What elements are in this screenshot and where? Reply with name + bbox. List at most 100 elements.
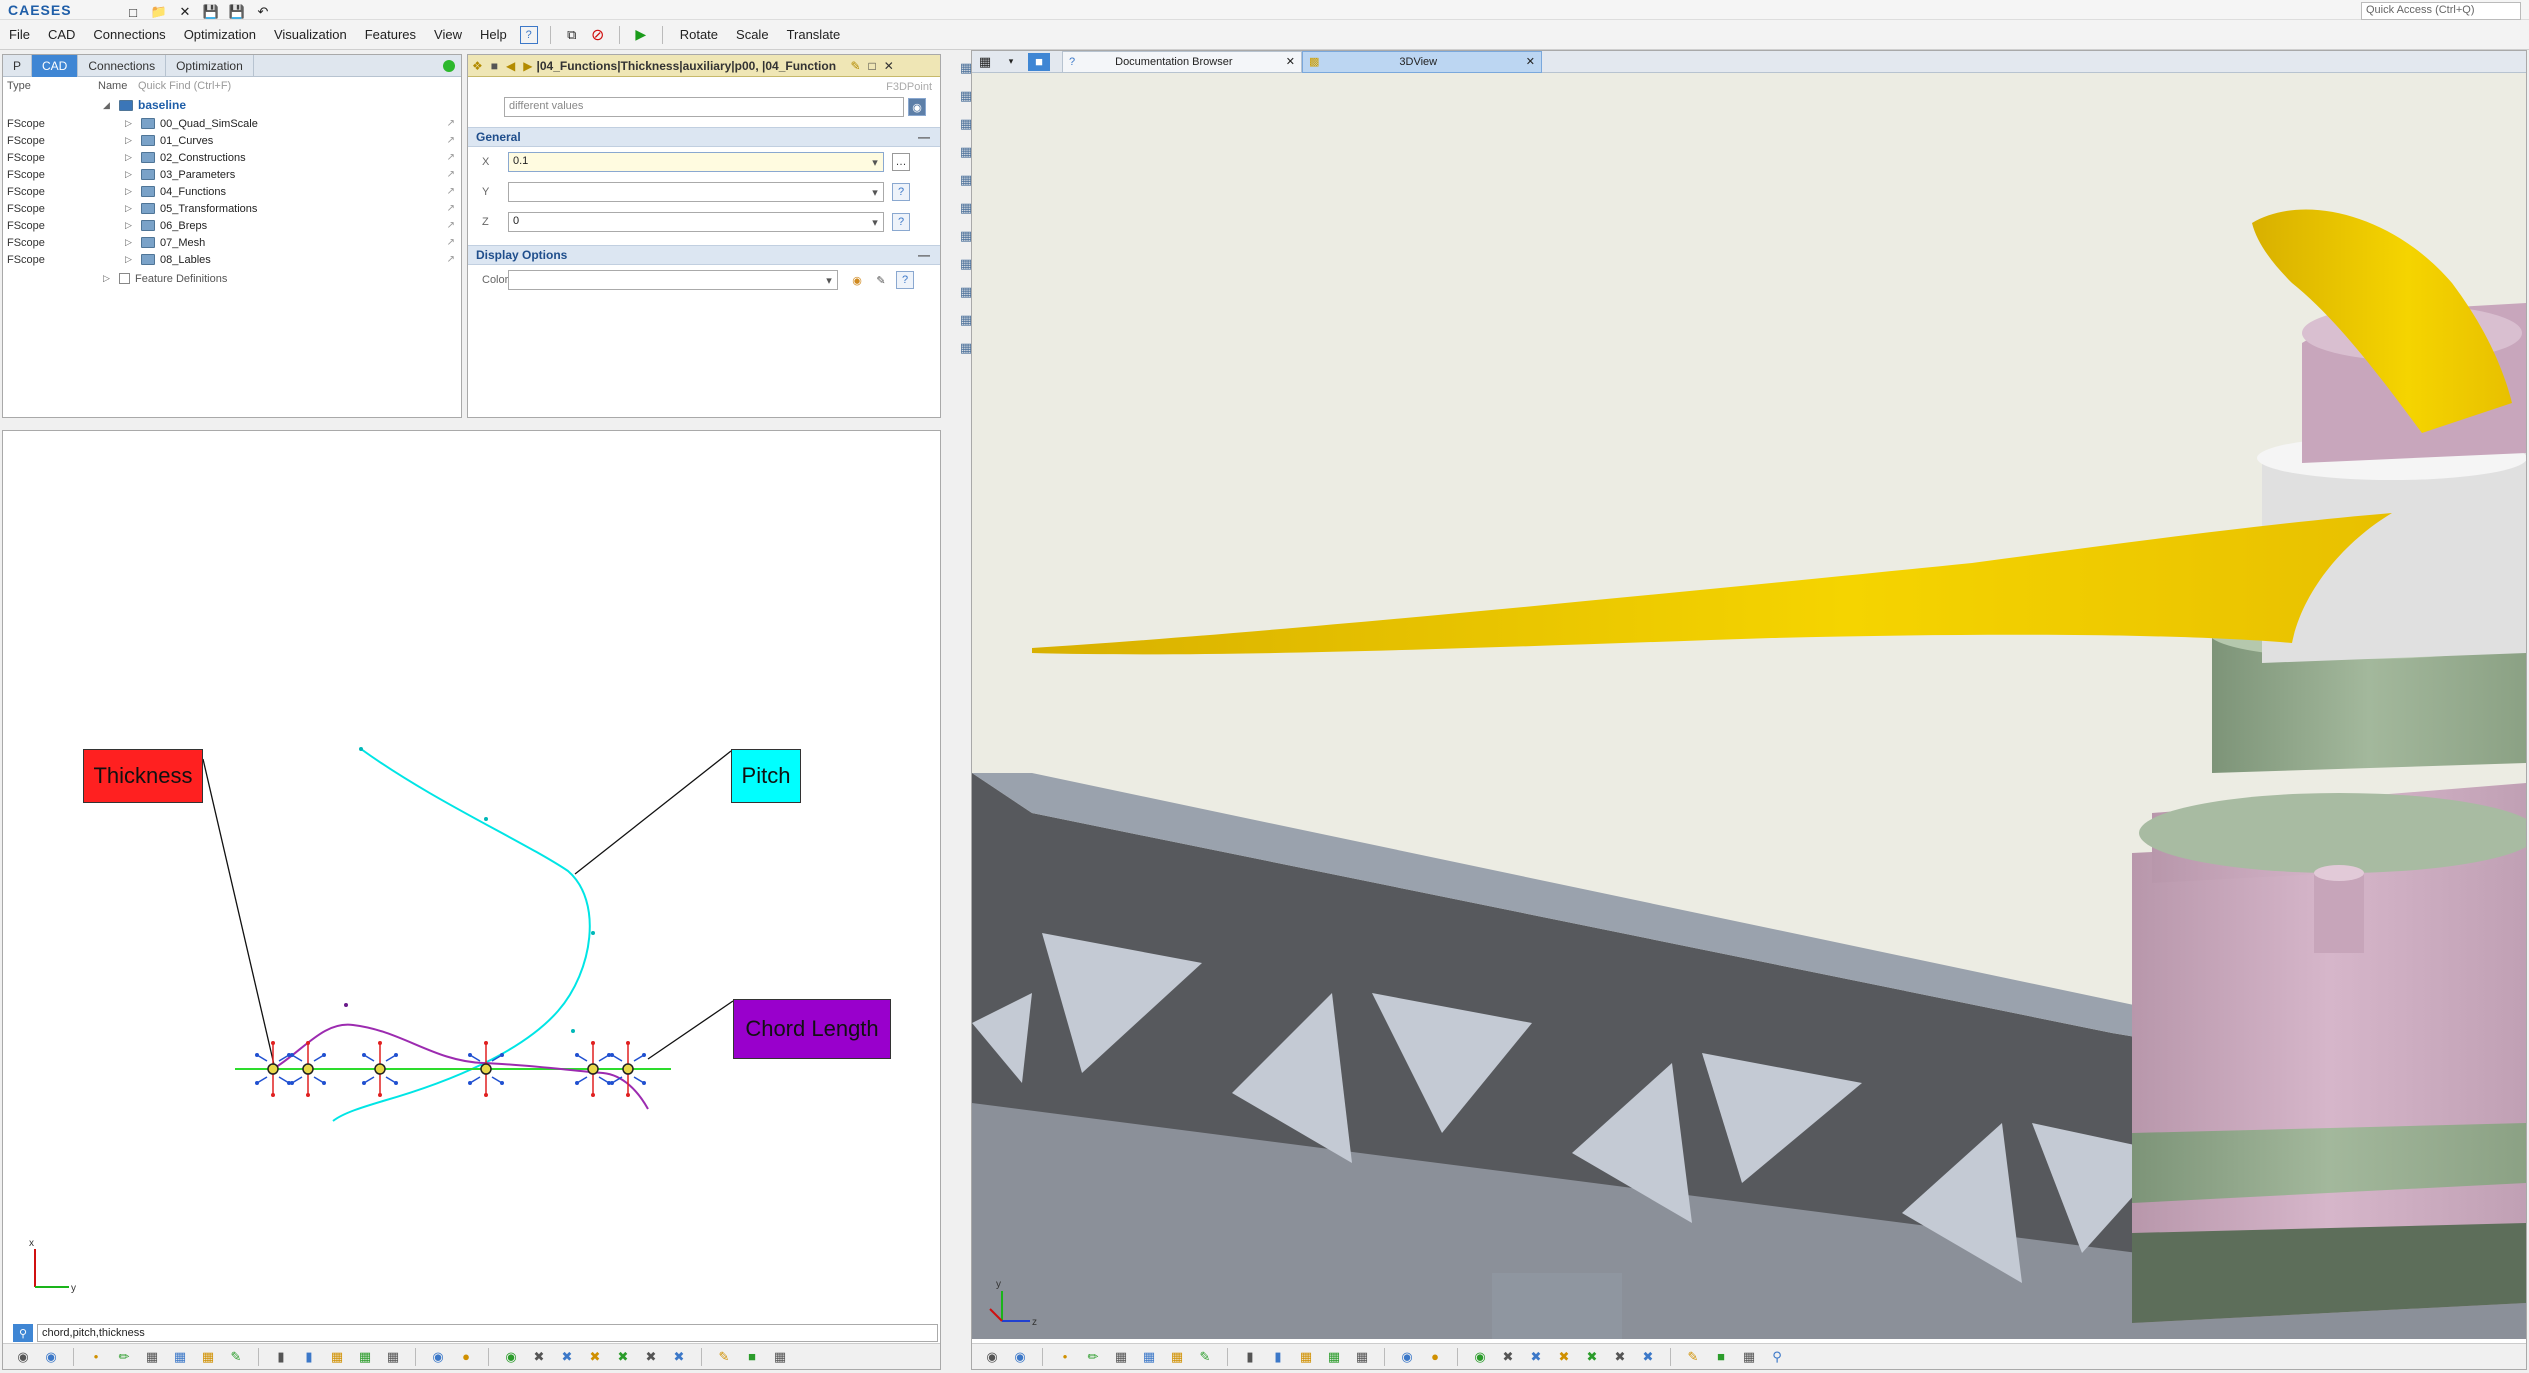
sphere-icon[interactable]: ▦ <box>1324 1348 1344 1366</box>
y-help-icon[interactable]: ? <box>892 183 910 201</box>
rotate-button[interactable]: Rotate <box>671 27 727 42</box>
x-dropdown-icon[interactable]: ▾ <box>866 153 884 171</box>
pencil-icon[interactable]: ✎ <box>872 271 890 289</box>
menu-visualization[interactable]: Visualization <box>265 27 356 42</box>
save-all-icon[interactable]: 💾 <box>228 3 246 21</box>
clip-red-icon[interactable]: ▮ <box>1268 1348 1288 1366</box>
expand-icon[interactable]: ▷ <box>125 186 135 197</box>
measure-icon[interactable]: ▦ <box>383 1348 403 1366</box>
tree-row[interactable]: FScope ▷ 00_Quad_SimScale ↗ <box>3 115 461 132</box>
pitch-point[interactable] <box>359 747 363 751</box>
stop-icon[interactable]: ⊘ <box>589 26 607 44</box>
expand-icon[interactable]: ▷ <box>125 203 135 214</box>
palette-icon[interactable]: ◉ <box>848 271 866 289</box>
z-help-icon[interactable]: ? <box>892 213 910 231</box>
zoom-icon[interactable]: ◉ <box>1010 1348 1030 1366</box>
clip-red-icon[interactable]: ▮ <box>299 1348 319 1366</box>
menu-file[interactable]: File <box>0 27 39 42</box>
rotate-z-icon[interactable]: ✖ <box>1638 1348 1658 1366</box>
close-tab-icon[interactable]: ✕ <box>1286 55 1295 68</box>
close-tab-icon[interactable]: ✕ <box>1526 55 1535 68</box>
collapse-icon[interactable]: — <box>918 130 930 144</box>
expand-icon[interactable]: ▷ <box>125 135 135 146</box>
quick-find-input[interactable]: Quick Find (Ctrl+F) <box>138 80 231 92</box>
grid-cube-icon[interactable]: ▦ <box>1296 1348 1316 1366</box>
column-name[interactable]: Name <box>98 80 138 92</box>
select-icon[interactable]: ◉ <box>428 1348 448 1366</box>
edit-icon[interactable]: ✏ <box>1083 1348 1103 1366</box>
zoom-icon[interactable]: ◉ <box>41 1348 61 1366</box>
collapse-icon[interactable]: — <box>918 248 930 262</box>
forward-icon[interactable]: ▶ <box>523 59 532 73</box>
expand-icon[interactable]: ▷ <box>125 152 135 163</box>
axis-z-icon[interactable]: ✖ <box>1554 1348 1574 1366</box>
draw-icon[interactable]: ✎ <box>1683 1348 1703 1366</box>
grid-icon[interactable]: ▦ <box>1739 1348 1759 1366</box>
tree-row[interactable]: FScope ▷ 02_Constructions ↗ <box>3 149 461 166</box>
color-help-icon[interactable]: ? <box>896 271 914 289</box>
fit-view-icon[interactable]: ◉ <box>13 1348 33 1366</box>
tree-row[interactable]: FScope ▷ 06_Breps ↗ <box>3 217 461 234</box>
save-icon[interactable]: 💾 <box>202 3 220 21</box>
z-dropdown-icon[interactable]: ▾ <box>866 213 884 231</box>
axis-x-icon[interactable]: ✖ <box>529 1348 549 1366</box>
camera-icon[interactable]: ■ <box>1711 1348 1731 1366</box>
tree-row[interactable]: FScope ▷ 03_Parameters ↗ <box>3 166 461 183</box>
scale-button[interactable]: Scale <box>727 27 778 42</box>
clip-icon[interactable]: ▮ <box>1240 1348 1260 1366</box>
expand-icon[interactable]: ▷ <box>125 118 135 129</box>
general-section-header[interactable]: General — <box>468 127 940 147</box>
cube-icon[interactable]: ◉ <box>1470 1348 1490 1366</box>
search-icon[interactable]: ⚲ <box>1767 1348 1787 1366</box>
run-icon[interactable]: ▶ <box>632 26 650 44</box>
point-icon[interactable]: • <box>86 1348 106 1366</box>
grid-icon[interactable]: ▦ <box>770 1348 790 1366</box>
axis-y-icon[interactable]: ✖ <box>1526 1348 1546 1366</box>
rotate-y-icon[interactable]: ✖ <box>1610 1348 1630 1366</box>
menu-icon[interactable]: ■ <box>491 59 498 73</box>
thickness-point[interactable] <box>344 1003 348 1007</box>
expand-icon[interactable]: ▷ <box>125 220 135 231</box>
shade-icon[interactable]: ▦ <box>142 1348 162 1366</box>
mesh-icon[interactable]: ▦ <box>1167 1348 1187 1366</box>
rotate-x-icon[interactable]: ✖ <box>1582 1348 1602 1366</box>
back-icon[interactable]: ◀ <box>506 59 515 73</box>
control-point[interactable] <box>302 1063 314 1075</box>
menu-help[interactable]: Help <box>471 27 516 42</box>
view-folder-icon[interactable]: ■ <box>1028 52 1050 71</box>
menu-cad[interactable]: CAD <box>39 27 84 42</box>
menu-optimization[interactable]: Optimization <box>175 27 265 42</box>
axis-x-icon[interactable]: ✖ <box>1498 1348 1518 1366</box>
lock-icon[interactable]: ✎ <box>850 59 860 73</box>
lock-icon[interactable]: ● <box>1425 1348 1445 1366</box>
tab-connections[interactable]: Connections <box>78 54 167 77</box>
x-more-button[interactable]: … <box>892 153 910 171</box>
pin-icon[interactable]: ❖ <box>472 59 483 73</box>
cube-icon[interactable]: ◉ <box>501 1348 521 1366</box>
shade-smooth-icon[interactable]: ▦ <box>170 1348 190 1366</box>
tree-row[interactable]: FScope ▷ 05_Transformations ↗ <box>3 200 461 217</box>
filter-icon[interactable]: ⚲ <box>13 1324 33 1342</box>
sphere-icon[interactable]: ▦ <box>355 1348 375 1366</box>
measure-icon[interactable]: ▦ <box>1352 1348 1372 1366</box>
feature-definitions-row[interactable]: ▷ Feature Definitions <box>3 270 461 287</box>
column-type[interactable]: Type <box>3 80 98 92</box>
color-input[interactable] <box>508 270 838 290</box>
copy-icon[interactable]: ⧉ <box>563 26 581 44</box>
close-icon[interactable]: ✕ <box>176 3 194 21</box>
y-input[interactable] <box>508 182 884 202</box>
control-point[interactable] <box>267 1063 279 1075</box>
control-point[interactable] <box>622 1063 634 1075</box>
tab-documentation-browser[interactable]: ? Documentation Browser ✕ <box>1062 50 1302 73</box>
help-icon[interactable]: ? <box>519 25 538 44</box>
pitch-point[interactable] <box>591 931 595 935</box>
grid-cube-icon[interactable]: ▦ <box>327 1348 347 1366</box>
dropdown-icon[interactable]: ▾ <box>1002 53 1020 71</box>
menu-connections[interactable]: Connections <box>84 27 174 42</box>
tree-row[interactable]: FScope ▷ 04_Functions ↗ <box>3 183 461 200</box>
lock-icon[interactable]: ● <box>456 1348 476 1366</box>
point-icon[interactable]: • <box>1055 1348 1075 1366</box>
tree-root[interactable]: ◢ baseline <box>3 95 461 115</box>
pitch-point[interactable] <box>484 817 488 821</box>
pen-icon[interactable]: ✎ <box>1195 1348 1215 1366</box>
